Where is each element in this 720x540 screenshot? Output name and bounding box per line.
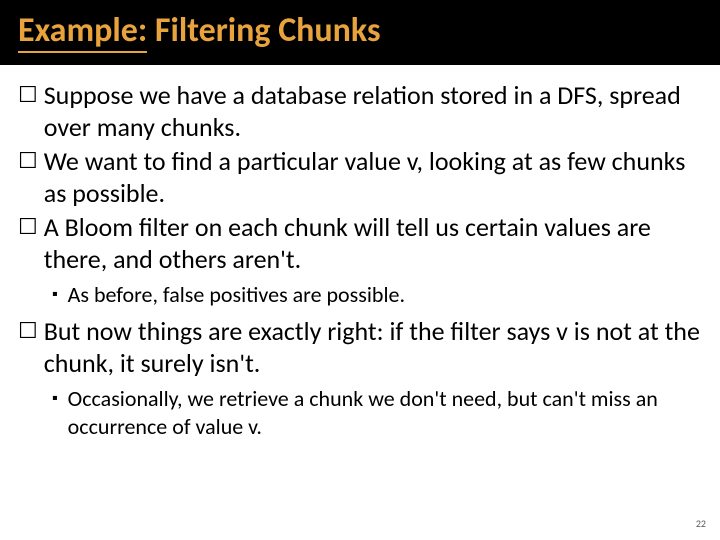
square-bullet-icon: ☐ <box>18 211 38 243</box>
bullet-text: A Bloom filter on each chunk will tell u… <box>44 211 702 275</box>
bullet-item: ☐ But now things are exactly right: if t… <box>18 315 702 379</box>
bullet-item: ☐ Suppose we have a database relation st… <box>18 79 702 143</box>
sub-bullet-text: Occasionally, we retrieve a chunk we don… <box>68 385 702 441</box>
sub-bullet-text: As before, false positives are possible. <box>68 281 405 309</box>
bullet-text: We want to find a particular value v, lo… <box>44 145 702 209</box>
bullet-item: ☐ A Bloom filter on each chunk will tell… <box>18 211 702 275</box>
bullet-text: Suppose we have a database relation stor… <box>44 79 702 143</box>
title-prefix: Example: <box>18 10 147 53</box>
square-bullet-icon: ☐ <box>18 315 38 347</box>
square-bullet-icon: ☐ <box>18 145 38 177</box>
sub-bullet-item: ▪ Occasionally, we retrieve a chunk we d… <box>52 385 702 441</box>
square-sub-bullet-icon: ▪ <box>52 385 58 413</box>
square-sub-bullet-icon: ▪ <box>52 281 58 309</box>
title-bar: Example: Filtering Chunks <box>0 0 720 65</box>
square-bullet-icon: ☐ <box>18 79 38 111</box>
bullet-text: But now things are exactly right: if the… <box>44 315 702 379</box>
title-suffix: Filtering Chunks <box>147 10 380 51</box>
slide-content: ☐ Suppose we have a database relation st… <box>0 65 720 441</box>
sub-bullet-item: ▪ As before, false positives are possibl… <box>52 281 702 309</box>
bullet-item: ☐ We want to find a particular value v, … <box>18 145 702 209</box>
page-number: 22 <box>696 517 706 530</box>
